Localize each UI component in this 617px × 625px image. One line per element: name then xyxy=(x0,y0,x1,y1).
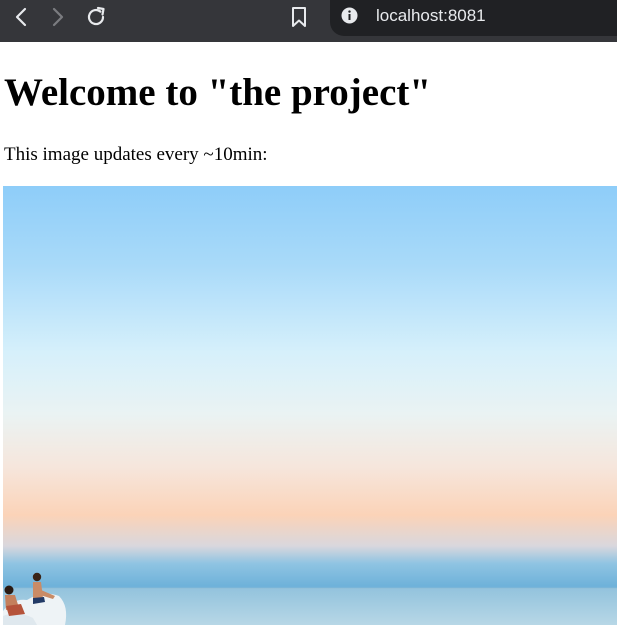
forward-button[interactable] xyxy=(42,4,74,30)
site-info-button[interactable] xyxy=(340,7,358,29)
address-bar[interactable]: localhost:8081 xyxy=(330,0,617,36)
page-content: Welcome to "the project" This image upda… xyxy=(0,42,617,625)
page-title: Welcome to "the project" xyxy=(4,71,432,114)
info-icon xyxy=(341,7,358,29)
reload-button[interactable] xyxy=(80,4,112,30)
chevron-left-icon xyxy=(14,7,28,27)
back-button[interactable] xyxy=(5,4,37,30)
browser-toolbar: localhost:8081 xyxy=(0,0,617,42)
beach-photo-graphic xyxy=(3,186,617,625)
image-description: This image updates every ~10min: xyxy=(4,144,268,165)
chevron-right-icon xyxy=(51,7,65,27)
address-text: localhost:8081 xyxy=(376,6,486,25)
bookmark-button[interactable] xyxy=(283,4,315,30)
reload-icon xyxy=(85,6,107,28)
bookmark-icon xyxy=(291,6,307,28)
live-photo xyxy=(3,186,617,625)
